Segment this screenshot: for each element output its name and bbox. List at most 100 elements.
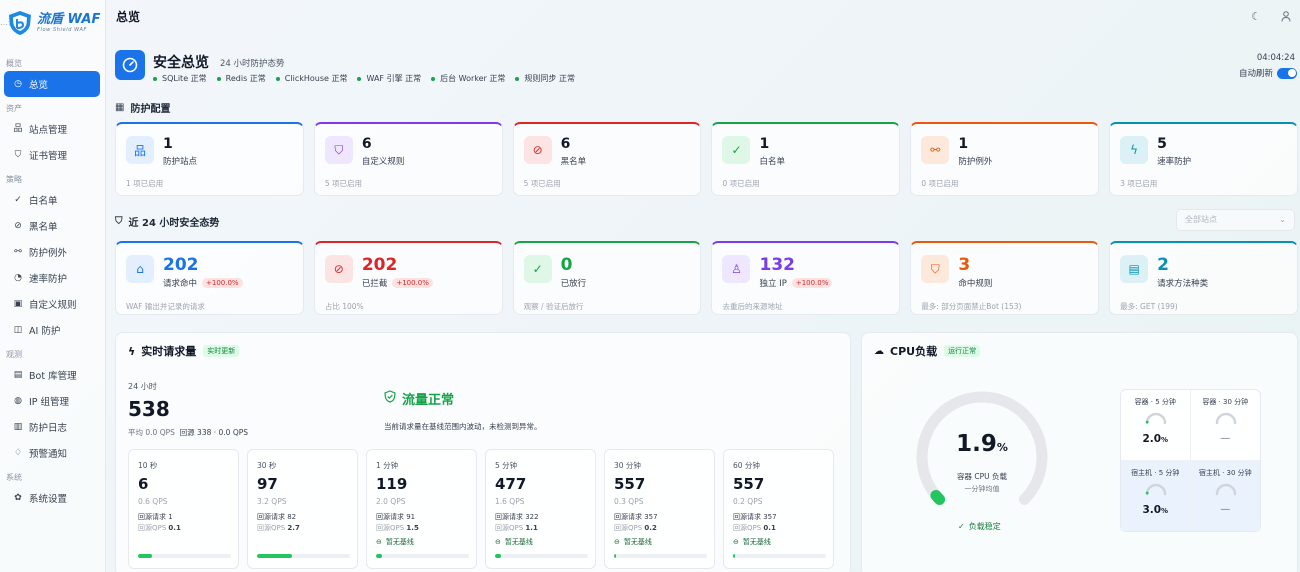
nav-section-label: 观测 bbox=[6, 350, 22, 359]
sidebar-item[interactable]: ✿ 系统设置 bbox=[4, 485, 100, 511]
trend-card[interactable]: ♙ 132 独立 IP +100.0% 去重后的来源地址 bbox=[711, 241, 901, 315]
sidebar-item[interactable]: ⊘ 黑名单 bbox=[4, 213, 100, 239]
status-dot bbox=[216, 76, 221, 81]
sidebar-item[interactable]: ◍ IP 组管理 bbox=[4, 388, 100, 414]
sidebar-item[interactable]: ⛉ 证书管理 bbox=[4, 142, 100, 168]
sidebar-item[interactable]: ♢ 预警通知 bbox=[4, 440, 100, 466]
shield-icon: ⛉ bbox=[115, 216, 123, 227]
sidebar-item-label: 系统设置 bbox=[29, 494, 68, 505]
card-value: 1 bbox=[759, 136, 770, 152]
sidebar-item[interactable]: ◫ AI 防护 bbox=[4, 317, 100, 343]
window-progress-fill bbox=[257, 554, 293, 558]
sidebar-item[interactable]: ✓ 白名单 bbox=[4, 187, 100, 213]
nav-section-label: 系统 bbox=[6, 473, 22, 482]
window-progress-bar bbox=[733, 554, 826, 558]
page-title: 总览 bbox=[116, 10, 141, 24]
unlink-icon: ⚯ bbox=[921, 136, 950, 164]
sidebar-item-label: 站点管理 bbox=[29, 125, 68, 136]
window-origin: 回源请求 322 bbox=[495, 513, 539, 521]
sidebar-item[interactable]: ▤ Bot 库管理 bbox=[4, 362, 100, 388]
config-cards: 品 1 防护站点 1 项已启用 ⛉ 6 自定义规则 5 项已启用 ⊘ 6 黑名单 5 项已启用 ✓ 1 白名… bbox=[115, 122, 1298, 196]
site-select[interactable]: 全部站点 ⌄ bbox=[1176, 209, 1295, 231]
topbar: 总览 bbox=[106, 0, 1300, 33]
card-label: 已放行 bbox=[560, 279, 587, 289]
ban-icon: ⊘ bbox=[324, 255, 353, 283]
sidebar: …语 流盾 WAF Flow Shield WAF 概览 ◷ 总览 资产品站点管理 ⛉ 证… bbox=[0, 0, 106, 572]
sidebar-item-label: 自定义规则 bbox=[29, 300, 77, 311]
window-origin-qps: 回源QPS 0.2 bbox=[614, 524, 657, 532]
dashboard-icon bbox=[115, 50, 145, 80]
ban-icon: ⊘ bbox=[14, 220, 22, 231]
sidebar-item-label: 白名单 bbox=[29, 196, 58, 207]
trend-card[interactable]: ⛉ 3 命中规则 最多: 部分页面禁止Bot (153) bbox=[910, 241, 1100, 315]
card-label: 防护例外 bbox=[958, 157, 993, 167]
minus-circle-icon: ⊖ bbox=[495, 538, 501, 546]
trend-card[interactable]: ✓ 0 已放行 观察 / 验证后放行 bbox=[512, 241, 702, 315]
config-card[interactable]: ⚯ 1 防护例外 0 项已启用 bbox=[910, 122, 1100, 196]
cpu-stable: ✓ 负载稳定 bbox=[958, 522, 1001, 531]
auto-refresh-toggle[interactable] bbox=[1277, 67, 1297, 79]
sidebar-item[interactable]: ◷ 总览 bbox=[4, 71, 100, 97]
cpu-gauge: 1.9% 容器 CPU 负载 一分钟均值 bbox=[912, 387, 1052, 527]
window-progress-bar bbox=[138, 554, 231, 558]
shield-logo-icon bbox=[6, 9, 34, 37]
config-section-title: ▦ 防护配置 bbox=[115, 102, 171, 115]
window-card: 60 分钟 557 0.2 QPS 回源请求 357 回源QPS 0.1 ⊖ 暂无基线 bbox=[723, 449, 834, 569]
service-status-row: SQLite 正常 Redis 正常 ClickHouse 正常 WAF 引擎 正常后… bbox=[153, 73, 575, 84]
window-label: 10 秒 bbox=[138, 461, 158, 470]
minus-circle-icon: ⊖ bbox=[733, 538, 739, 546]
mini-gauge-cell: 宿主机 · 5 分钟 3.0% bbox=[1121, 460, 1191, 531]
status-dot bbox=[275, 76, 280, 81]
config-card[interactable]: ⛉ 6 自定义规则 5 项已启用 bbox=[313, 122, 503, 196]
sidebar-item-label: 证书管理 bbox=[29, 151, 68, 162]
moon-icon[interactable]: ☾ bbox=[1249, 9, 1263, 23]
window-qps: 0.2 QPS bbox=[733, 497, 763, 506]
window-value: 119 bbox=[376, 475, 408, 493]
sidebar-item[interactable]: ◔ 速率防护 bbox=[4, 265, 100, 291]
window-label: 30 秒 bbox=[257, 461, 277, 470]
trend-card[interactable]: ⊘ 202 已拦截 +100.0% 占比 100% bbox=[313, 241, 503, 315]
no-baseline: ⊖ 暂无基线 bbox=[614, 538, 652, 546]
status-item: 规则同步 正常 bbox=[515, 73, 575, 84]
trend-section-title: ⛉ 近 24 小时安全态势 bbox=[115, 216, 220, 229]
sidebar-item[interactable]: ▣ 自定义规则 bbox=[4, 291, 100, 317]
card-label: 速率防护 bbox=[1157, 157, 1192, 167]
card-foot: 去重后的来源地址 bbox=[722, 302, 783, 311]
card-label: 请求命中 +100.0% bbox=[163, 277, 243, 289]
config-card[interactable]: ✓ 1 白名单 0 项已启用 bbox=[711, 122, 901, 196]
config-card[interactable]: ϟ 5 速率防护 3 项已启用 bbox=[1109, 122, 1298, 196]
sidebar-item[interactable]: 品站点管理 bbox=[4, 116, 100, 142]
ai-icon: ◫ bbox=[13, 324, 23, 335]
cpu-value: 1.9% bbox=[956, 431, 1008, 457]
card-label: 命中规则 bbox=[958, 279, 993, 289]
window-card: 30 分钟 557 0.3 QPS 回源请求 357 回源QPS 0.2 ⊖ 暂无基线 bbox=[604, 449, 715, 569]
window-cards: 10 秒 6 0.6 QPS 回源请求 1 回源QPS 0.1 30 秒 97 3.2 QPS… bbox=[128, 449, 834, 569]
card-label: 防护站点 bbox=[163, 157, 198, 167]
user-icon[interactable] bbox=[1279, 9, 1293, 23]
sidebar-item[interactable]: ⚯ 防护例外 bbox=[4, 239, 100, 265]
status-dot bbox=[357, 76, 362, 81]
cpu-header: ☁ CPU负载 运行正常 bbox=[874, 343, 981, 359]
config-card[interactable]: 品 1 防护站点 1 项已启用 bbox=[115, 122, 304, 196]
gear-icon: ✿ bbox=[14, 492, 22, 503]
home-alert-icon: ⌂ bbox=[126, 255, 154, 283]
auto-refresh[interactable]: 自动刷新 bbox=[1239, 67, 1297, 79]
card-foot: 5 项已启用 bbox=[523, 179, 561, 188]
sidebar-item[interactable]: ▥ 防护日志 bbox=[4, 414, 100, 440]
mini-gauge bbox=[1145, 412, 1167, 425]
mini-gauge-value: — bbox=[1220, 433, 1231, 444]
trend-card[interactable]: ⌂ 202 请求命中 +100.0% WAF 输出并记录的请求 bbox=[115, 241, 304, 315]
sidebar-item-label: 速率防护 bbox=[29, 274, 68, 285]
card-label: 黑名单 bbox=[560, 157, 587, 167]
trend-card[interactable]: ▤ 2 请求方法种类 最多: GET (199) bbox=[1109, 241, 1298, 315]
logo[interactable]: …语 流盾 WAF Flow Shield WAF bbox=[0, 0, 105, 46]
config-card[interactable]: ⊘ 6 黑名单 5 项已启用 bbox=[512, 122, 702, 196]
window-label: 1 分钟 bbox=[376, 461, 399, 470]
grid-icon: ▦ bbox=[115, 102, 125, 113]
check-circle-icon: ✓ bbox=[958, 522, 965, 531]
check-circle-icon: ✓ bbox=[722, 136, 751, 164]
window-label: 60 分钟 bbox=[733, 461, 760, 470]
card-value: 202 bbox=[163, 255, 199, 275]
window-origin: 回源请求 91 bbox=[376, 513, 416, 521]
window-progress-bar bbox=[495, 554, 588, 558]
